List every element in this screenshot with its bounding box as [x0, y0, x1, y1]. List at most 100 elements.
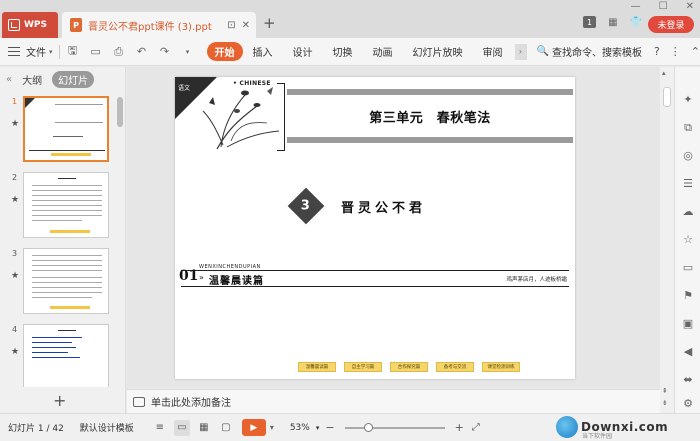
grid-view-icon[interactable]: ▦: [608, 17, 617, 28]
nav-button-quiz[interactable]: 课堂检测训练: [482, 362, 520, 372]
more-options-icon[interactable]: ⋮: [670, 45, 681, 58]
shirt-skin-icon[interactable]: 👕: [630, 17, 642, 28]
reading-view-icon[interactable]: ▢: [218, 420, 234, 436]
tab-slides[interactable]: 幻灯片: [52, 70, 95, 88]
ribbon-tabs: 开始 插入 设计 切换 动画 幻灯片放映 审阅 ›: [206, 42, 527, 61]
notes-toggle-icon[interactable]: ≡: [152, 420, 168, 436]
maximize-icon[interactable]: ☐: [659, 1, 668, 12]
scroll-up-icon[interactable]: ▴: [662, 69, 666, 77]
slide-thumbnail[interactable]: [23, 96, 109, 162]
tab-close-icon[interactable]: ✕: [242, 20, 250, 31]
panel-scrollbar[interactable]: [117, 97, 123, 127]
beautify-icon[interactable]: ✦: [681, 93, 695, 107]
command-search[interactable]: 🔍 查找命令、搜索模板: [537, 44, 642, 59]
tab-window-icon[interactable]: ⊡: [227, 20, 235, 31]
print-icon[interactable]: ⎙: [112, 45, 126, 59]
zoom-value[interactable]: 53%: [290, 423, 310, 433]
new-tab-button[interactable]: +: [263, 16, 276, 31]
nav-button-cooperative[interactable]: 合作探究篇: [390, 362, 428, 372]
wps-home-tab[interactable]: WPS: [2, 12, 58, 38]
zoom-in-button[interactable]: +: [455, 421, 464, 434]
notes-placeholder[interactable]: 单击此处添加备注: [151, 394, 231, 409]
menu-bar: 文件 ▾ 🖫 ▭ ⎙ ↶ ↷ ▾ 开始 插入 设计 切换 动画 幻灯片放映 审阅…: [0, 38, 700, 66]
tab-design[interactable]: 设计: [283, 44, 323, 59]
minimize-icon[interactable]: —: [631, 1, 641, 12]
lesson-number: 3: [301, 198, 311, 214]
design-template-label[interactable]: 默认设计模板: [80, 421, 134, 434]
watermark-logo: [556, 416, 578, 438]
section-rule-bottom: [181, 286, 569, 287]
thumbnail-row[interactable]: 3 ★: [0, 245, 118, 321]
canvas-scrollbar[interactable]: ▴ ⇞ ⇟: [660, 67, 674, 413]
zoom-slider[interactable]: [344, 422, 445, 432]
scrollbar-thumb[interactable]: [663, 87, 671, 107]
redo-icon[interactable]: ↷: [158, 45, 172, 59]
slide-nav-buttons: 温馨晨读篇 自主学习篇 合作探究篇 备考与交流 课堂检测训练: [298, 362, 520, 372]
panel-tabs: « 大纲 幻灯片: [0, 67, 125, 91]
thumbnail-number: 2: [12, 173, 18, 182]
lesson-header: 3 晋灵公不君: [287, 187, 426, 225]
chevron-down-icon[interactable]: ▾: [316, 424, 320, 432]
wps-app-name: WPS: [24, 20, 48, 30]
slide-thumbnail[interactable]: [23, 324, 109, 387]
collapse-panel-icon[interactable]: «: [6, 74, 12, 85]
zoom-out-button[interactable]: −: [325, 421, 334, 434]
image-icon[interactable]: ▣: [681, 317, 695, 331]
audio-icon[interactable]: ◀: [681, 345, 695, 359]
zoom-control: 53% ▾ − +: [290, 421, 464, 434]
thumbnail-row[interactable]: 1 ★: [0, 93, 118, 169]
section-rule-top: [181, 270, 569, 271]
login-button[interactable]: 未登录: [648, 16, 694, 33]
tab-animations[interactable]: 动画: [363, 44, 403, 59]
adjust-icon[interactable]: ☰: [681, 177, 695, 191]
play-slideshow-button[interactable]: ▶: [241, 419, 266, 436]
chevron-down-icon[interactable]: ▾: [270, 423, 274, 432]
nav-button-exam-prep[interactable]: 备考与交流: [436, 362, 474, 372]
document-tab[interactable]: P 晋灵公不君ppt课件 (3).ppt ⊡ ✕: [62, 12, 256, 38]
slide-sorter-icon[interactable]: ▦: [196, 420, 212, 436]
notes-bar[interactable]: 单击此处添加备注: [127, 389, 660, 413]
tab-transitions[interactable]: 切换: [323, 44, 363, 59]
slide[interactable]: 语文 • CHINESE 第三单元 春秋笔法 3 晋灵公不君 WENXINCHE…: [175, 77, 575, 379]
collapse-ribbon-icon[interactable]: ⌃: [691, 45, 700, 58]
window-count-badge[interactable]: 1: [583, 16, 597, 28]
shapes-icon[interactable]: ◎: [681, 149, 695, 163]
star-icon[interactable]: ☆: [681, 233, 695, 247]
thumbnail-row[interactable]: 4 ★: [0, 321, 118, 387]
tab-slideshow[interactable]: 幻灯片放映: [403, 44, 473, 59]
fit-window-icon[interactable]: ⤢: [472, 422, 480, 433]
tab-insert[interactable]: 插入: [243, 44, 283, 59]
tab-outline[interactable]: 大纲: [22, 72, 42, 87]
normal-view-icon[interactable]: ▭: [173, 419, 190, 436]
settings-icon[interactable]: ⚙: [681, 397, 695, 411]
command-search-label: 查找命令、搜索模板: [551, 48, 642, 59]
slide-thumbnail[interactable]: [23, 248, 109, 314]
slide-thumbnail[interactable]: [23, 172, 109, 238]
tab-review[interactable]: 审阅: [473, 44, 513, 59]
nav-button-self-study[interactable]: 自主学习篇: [344, 362, 382, 372]
copy-icon[interactable]: ⧉: [681, 121, 695, 135]
tab-home[interactable]: 开始: [206, 42, 243, 61]
layout-icon[interactable]: ▭: [681, 261, 695, 275]
slide-counter: 幻灯片 1 / 42: [8, 424, 64, 434]
more-tabs-button[interactable]: ›: [514, 43, 527, 60]
chevron-down-icon[interactable]: ▾: [181, 45, 195, 59]
nav-button-morning-reading[interactable]: 温馨晨读篇: [298, 362, 336, 372]
zoom-slider-knob[interactable]: [364, 422, 374, 432]
close-window-icon[interactable]: ✕: [686, 1, 694, 12]
save-icon[interactable]: 🖫: [66, 44, 80, 59]
cloud-icon[interactable]: ☁: [681, 205, 695, 219]
prev-slide-icon[interactable]: ⇞: [662, 387, 668, 395]
orchid-illustration: [202, 87, 280, 150]
undo-icon[interactable]: ↶: [135, 45, 149, 59]
add-slide-button[interactable]: +: [53, 391, 66, 410]
file-menu[interactable]: 文件 ▾: [26, 44, 53, 60]
hamburger-menu-icon[interactable]: [8, 47, 20, 56]
share-icon[interactable]: ⬌: [681, 373, 695, 387]
animation-icon[interactable]: ⚑: [681, 289, 695, 303]
print-preview-icon[interactable]: ▭: [89, 45, 103, 59]
help-icon[interactable]: ?: [654, 45, 660, 58]
next-slide-icon[interactable]: ⇟: [662, 399, 668, 407]
thumbnail-row[interactable]: 2 ★: [0, 169, 118, 245]
fit-controls: ⤢: [472, 422, 480, 433]
